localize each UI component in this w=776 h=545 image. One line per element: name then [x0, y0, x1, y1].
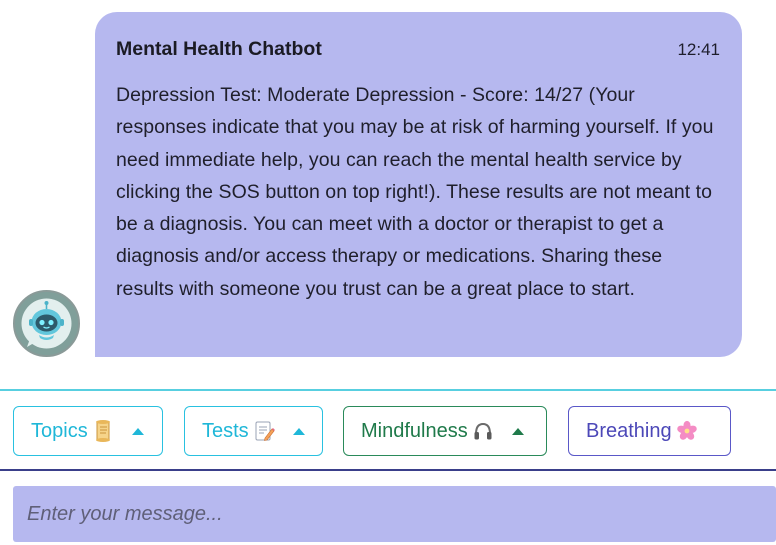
tests-label: Tests: [202, 419, 249, 442]
topics-dropdown-button[interactable]: Topics: [13, 406, 163, 456]
mindfulness-dropdown-button[interactable]: Mindfulness: [343, 406, 547, 456]
message-timestamp: 12:41: [677, 40, 720, 59]
scroll-icon: [95, 420, 110, 442]
robot-avatar-icon: [15, 292, 78, 355]
breathing-button[interactable]: Breathing: [568, 406, 731, 456]
bot-avatar: [13, 290, 80, 357]
memo-pencil-icon: [255, 421, 275, 441]
cherry-blossom-icon: [676, 420, 697, 440]
topics-label: Topics: [31, 419, 88, 442]
composer: [0, 471, 776, 545]
chevron-up-icon: [131, 427, 144, 435]
chevron-up-icon: [511, 427, 524, 435]
breathing-label: Breathing: [586, 419, 672, 442]
message-input[interactable]: [13, 486, 776, 542]
headphones-icon: [474, 422, 492, 440]
chevron-up-icon: [292, 427, 305, 435]
message-sender: Mental Health Chatbot: [116, 38, 322, 60]
quick-reply-bar: Topics Tests Mindfulness Breathing: [0, 391, 776, 469]
mindfulness-label: Mindfulness: [361, 419, 468, 442]
message-header: Mental Health Chatbot 12:41: [116, 38, 720, 66]
tests-dropdown-button[interactable]: Tests: [184, 406, 323, 456]
bot-message-bubble: Mental Health Chatbot 12:41 Depression T…: [95, 12, 742, 357]
message-text: Depression Test: Moderate Depression - S…: [116, 84, 714, 300]
chat-app: Mental Health Chatbot 12:41 Depression T…: [0, 0, 776, 545]
